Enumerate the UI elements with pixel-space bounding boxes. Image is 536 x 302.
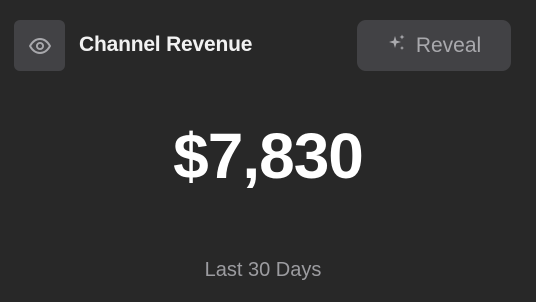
revenue-amount: $7,830: [173, 120, 364, 192]
revenue-card: Channel Revenue Reveal $7,830 Last 30 Da…: [0, 0, 536, 302]
reveal-button[interactable]: Reveal: [357, 20, 511, 71]
eye-icon: [28, 34, 52, 58]
sparkle-icon: [387, 33, 407, 58]
card-title: Channel Revenue: [79, 33, 253, 56]
reveal-button-label: Reveal: [415, 33, 482, 57]
period-label: Last 30 Days: [204, 259, 322, 281]
toggle-visibility-button[interactable]: [14, 20, 65, 71]
